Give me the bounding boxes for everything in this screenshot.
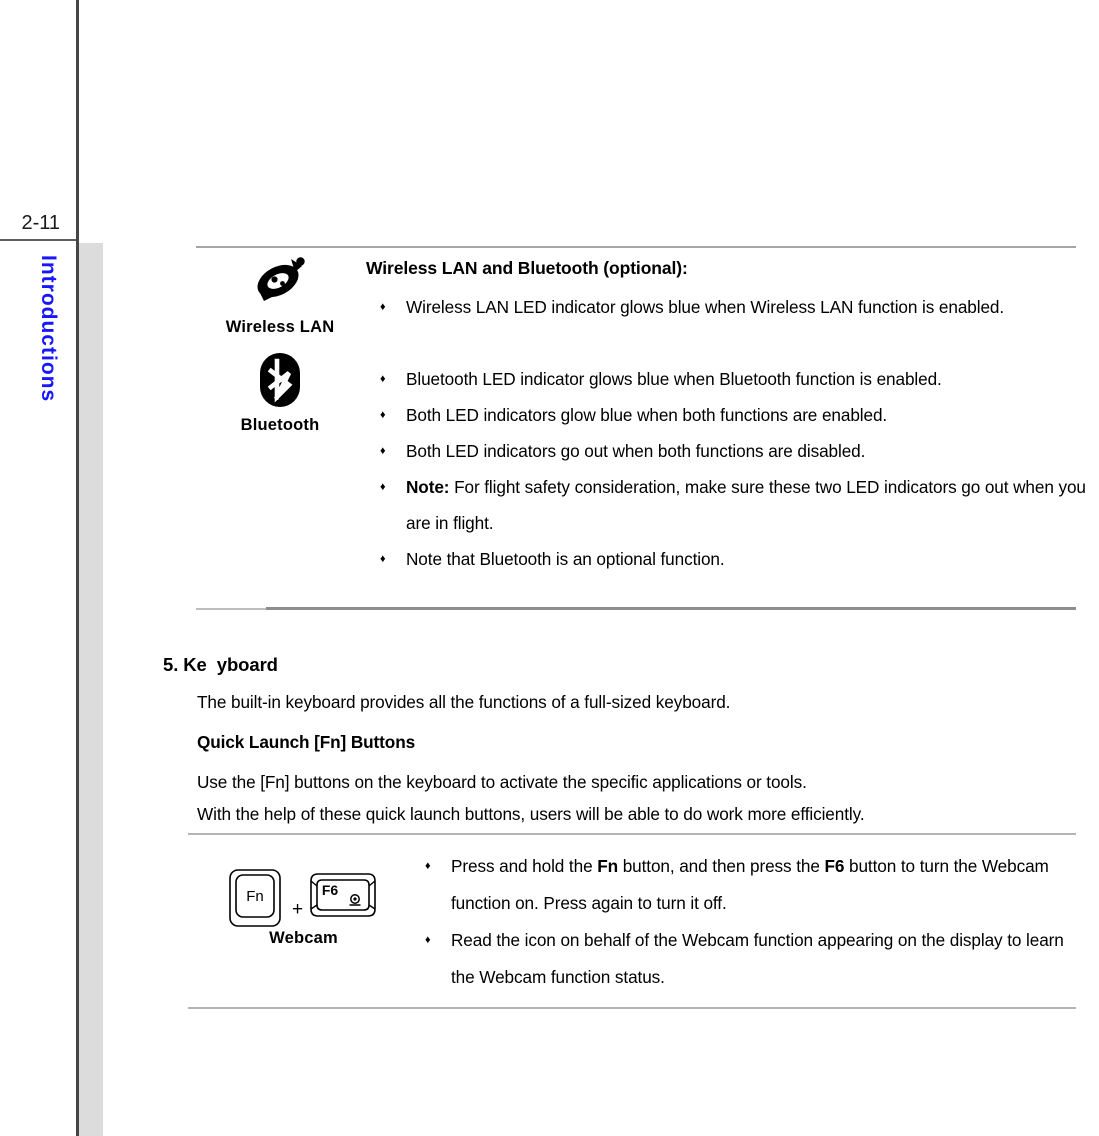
plus-separator: +: [291, 899, 304, 920]
list-item-text: Note that Bluetooth is an optional funct…: [406, 549, 725, 569]
list-item-text: Bluetooth LED indicator glows blue when …: [406, 369, 942, 389]
list-item-text: Press and hold the Fn button, and then p…: [451, 856, 1049, 913]
bluetooth-icon-group: Bluetooth: [196, 351, 364, 435]
list-item: ♦ Note: For flight safety consideration,…: [366, 469, 1090, 541]
bullet-diamond-icon: ♦: [380, 373, 386, 385]
quick-launch-subheading: Quick Launch [Fn] Buttons: [197, 732, 416, 752]
list-item-text: Read the icon on behalf of the Webcam fu…: [451, 930, 1064, 987]
keyboard-section-heading: 5. Ke yboard: [163, 654, 278, 675]
icon-spacer: [196, 337, 364, 351]
webcam-caption: Webcam: [269, 929, 338, 947]
svg-text:Fn: Fn: [246, 888, 264, 905]
bullet-diamond-icon: ♦: [425, 860, 431, 872]
svg-text:F6: F6: [322, 882, 339, 898]
webcam-table-bottom-border: [188, 1007, 1076, 1009]
list-item: ♦ Press and hold the Fn button, and then…: [411, 848, 1076, 922]
fn-key-icon: Fn: [229, 869, 281, 927]
list-item: ♦ Bluetooth LED indicator glows blue whe…: [366, 361, 1090, 397]
webcam-table-text-cell: ♦ Press and hold the Fn button, and then…: [411, 848, 1076, 996]
list-item: ♦ Both LED indicators glow blue when bot…: [366, 397, 1090, 433]
wireless-table-icon-cell: Wireless LAN Bluetooth: [196, 255, 364, 435]
list-item-text: For flight safety consideration, make su…: [406, 477, 1086, 533]
list-item-text: Both LED indicators go out when both fun…: [406, 441, 866, 461]
wireless-table-top-border: [196, 246, 1076, 248]
wireless-table-text-cell: Wireless LAN and Bluetooth (optional): ♦…: [366, 258, 1090, 577]
bullet-diamond-icon: ♦: [425, 934, 431, 946]
bullet-diamond-icon: ♦: [380, 445, 386, 457]
bluetooth-icon: [260, 353, 300, 407]
bullet-diamond-icon: ♦: [380, 481, 386, 493]
wireless-table-bottom-border-right: [266, 607, 1076, 610]
bullet-diamond-icon: ♦: [380, 301, 386, 313]
note-label: Note:: [406, 477, 450, 497]
keyboard-paragraph-1: The built-in keyboard provides all the f…: [197, 692, 731, 712]
bullet-diamond-icon: ♦: [380, 409, 386, 421]
wireless-table-heading: Wireless LAN and Bluetooth (optional):: [366, 258, 688, 278]
list-item-text: Both LED indicators glow blue when both …: [406, 405, 888, 425]
keyboard-paragraph-3: Use the [Fn] buttons on the keyboard to …: [197, 772, 807, 792]
list-item: ♦ Note that Bluetooth is an optional fun…: [366, 541, 1090, 577]
bluetooth-caption: Bluetooth: [240, 416, 320, 434]
fn-f6-key-combo: Fn + F6: [196, 868, 411, 928]
keyboard-paragraph-4: With the help of these quick launch butt…: [197, 804, 865, 824]
wireless-bullet-list: ♦ Wireless LAN LED indicator glows blue …: [366, 289, 1090, 577]
page-content: Wireless LAN Bluetooth Wireless LAN and …: [0, 0, 1099, 1136]
list-item: ♦ Both LED indicators go out when both f…: [366, 433, 1090, 469]
wireless-lan-icon: [257, 257, 305, 301]
wireless-lan-icon-group: Wireless LAN: [196, 255, 364, 337]
webcam-table-icon-cell: Fn + F6 Webcam: [196, 868, 411, 948]
bullet-diamond-icon: ♦: [380, 553, 386, 565]
list-item-text: Wireless LAN LED indicator glows blue wh…: [406, 297, 1005, 317]
f6-key-icon: F6: [310, 873, 376, 917]
webcam-bullet-list: ♦ Press and hold the Fn button, and then…: [411, 848, 1076, 996]
wireless-table-bottom-border-left: [196, 608, 266, 610]
wireless-lan-caption: Wireless LAN: [225, 318, 335, 336]
list-item: ♦ Wireless LAN LED indicator glows blue …: [366, 289, 1090, 361]
list-item: ♦ Read the icon on behalf of the Webcam …: [411, 922, 1076, 996]
webcam-table-top-border: [188, 833, 1076, 835]
